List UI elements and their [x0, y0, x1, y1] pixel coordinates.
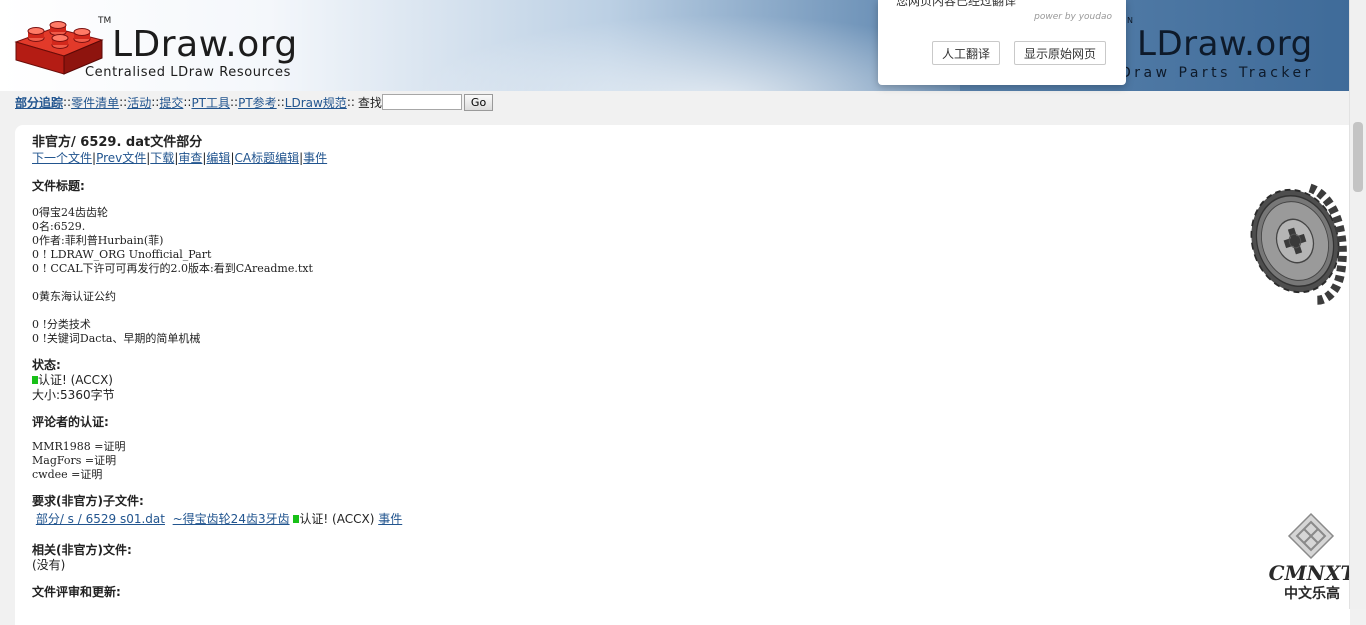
reviewer-entry: MMR1988 =证明 [32, 440, 126, 453]
reviewers-list: MMR1988 =证明 MagFors =证明 cwdee =证明 [32, 440, 1182, 482]
nav-separator: :: [183, 95, 192, 109]
show-original-button[interactable]: 显示原始网页 [1014, 41, 1107, 65]
download-link[interactable]: 下载 [150, 151, 174, 165]
next-file-link[interactable]: 下一个文件 [32, 151, 92, 165]
file-header-block: 0得宝24齿齿轮 0名:6529. 0作者:菲利普Hurbain(菲) 0 ! … [32, 206, 1182, 346]
header-line: 0作者:菲利普Hurbain(菲) [32, 234, 164, 247]
nav-pt-tools[interactable]: PT工具 [191, 94, 230, 111]
header-line: 0 ! CCAL下许可可再发行的2.0版本:看到CAreadme.txt [32, 262, 313, 275]
logo-subtitle: Centralised LDraw Resources [85, 65, 292, 80]
nav-submit[interactable]: 提交 [159, 94, 183, 111]
review-heading: 文件评审和更新: [32, 585, 121, 599]
status-line: 认证! (ACCX) [32, 373, 1182, 388]
watermark-text-en: CMNXT [1269, 561, 1358, 585]
header-banner: TM LDraw.org Centralised LDraw Resources… [0, 0, 1350, 91]
page-title: 非官方/ 6529. dat文件部分 [32, 135, 203, 150]
review-link[interactable]: 审查 [178, 151, 202, 165]
header-line: 0 ! LDRAW_ORG Unofficial_Part [32, 248, 212, 261]
part-gear-image [1250, 183, 1347, 305]
header-line: 0黄东海认证公约 [32, 290, 116, 303]
subfile-description-link[interactable]: ~得宝齿轮24齿3牙齿 [173, 512, 290, 526]
prev-file-link[interactable]: Prev文件 [96, 151, 146, 165]
related-value: (没有) [32, 558, 66, 572]
nav-activity[interactable]: 活动 [127, 94, 151, 111]
translate-notice: 您网页内容已经过翻译 [896, 0, 1017, 8]
header-line: 0 !关键词Dacta、早期的简单机械 [32, 332, 201, 345]
edit-link[interactable]: 编辑 [206, 151, 230, 165]
file-detail: 非官方/ 6529. dat文件部分 下一个文件|Prev文件|下载|审查|编辑… [32, 135, 1182, 600]
related-heading: 相关(非官方)文件: [32, 543, 132, 557]
human-translate-button[interactable]: 人工翻译 [932, 41, 1001, 65]
nav-separator: :: [63, 95, 72, 109]
subfile-events-link[interactable]: 事件 [378, 512, 402, 526]
watermark-text-cn: 中文乐高 [1284, 585, 1340, 602]
nav-separator: :: [119, 95, 128, 109]
go-button[interactable]: Go [463, 93, 494, 111]
search-label: 查找 [357, 95, 382, 110]
search-input[interactable] [381, 94, 462, 110]
subfiles-heading: 要求(非官方)子文件: [32, 494, 144, 508]
nav-separator: :: [346, 95, 355, 109]
parts-tracker-subtitle: Draw Parts Tracker [1120, 65, 1314, 81]
header-sky-glow [360, 0, 960, 91]
page-scrollbar[interactable] [1349, 0, 1366, 609]
header-line: 0 !分类技术 [32, 318, 91, 331]
file-actions: 下一个文件|Prev文件|下载|审查|编辑|CA标题编辑|事件 [32, 151, 1182, 166]
logo-trademark: TM [98, 16, 112, 26]
nav-separator: :: [230, 95, 239, 109]
nav-pt-reference[interactable]: PT参考 [238, 94, 277, 111]
reviewer-entry: cwdee =证明 [32, 468, 103, 481]
reviewer-entry: MagFors =证明 [32, 454, 117, 467]
file-size: 大小:5360字节 [32, 388, 115, 402]
reviewers-heading: 评论者的认证: [32, 415, 109, 429]
ca-header-edit-link[interactable]: CA标题编辑 [234, 151, 299, 165]
subfile-row: 部分/ s / 6529 s01.dat ~得宝齿轮24齿3牙齿 认证! (AC… [32, 512, 1182, 527]
logo-title[interactable]: LDraw.org [112, 24, 298, 65]
main-nav: 部分追踪 :: 零件清单 :: 活动 :: 提交 :: PT工具 :: PT参考… [15, 93, 494, 111]
subfile-link[interactable]: 部分/ s / 6529 s01.dat [36, 512, 165, 526]
powered-by-label: power by youdao [1034, 12, 1112, 22]
parts-tracker-title: LDraw.org [1137, 24, 1313, 64]
events-link[interactable]: 事件 [303, 151, 327, 165]
cmnxt-watermark-logo: CMNXT 中文乐高 [1269, 512, 1358, 602]
nav-ldraw-spec[interactable]: LDraw规范 [285, 94, 347, 111]
cmnxt-watermark: CMNXT 中文乐高 [1262, 512, 1362, 604]
subfile-status: 认证! (ACCX) [299, 512, 375, 526]
translate-popup: 您网页内容已经过翻译 power by youdao 人工翻译 显示原始网页 [878, 0, 1126, 85]
scrollbar-thumb[interactable] [1353, 122, 1363, 192]
header-line: 0得宝24齿齿轮 [32, 206, 108, 219]
file-header-heading: 文件标题: [32, 179, 85, 193]
header-line: 0名:6529. [32, 220, 86, 233]
nav-separator: :: [276, 95, 285, 109]
right-logo-mark: N [1127, 16, 1133, 25]
status-text: 认证! (ACCX) [38, 373, 113, 387]
nav-parts-list[interactable]: 零件清单 [71, 94, 119, 111]
nav-parts-tracker[interactable]: 部分追踪 [15, 94, 63, 111]
status-heading: 状态: [32, 358, 61, 372]
nav-separator: :: [151, 95, 160, 109]
